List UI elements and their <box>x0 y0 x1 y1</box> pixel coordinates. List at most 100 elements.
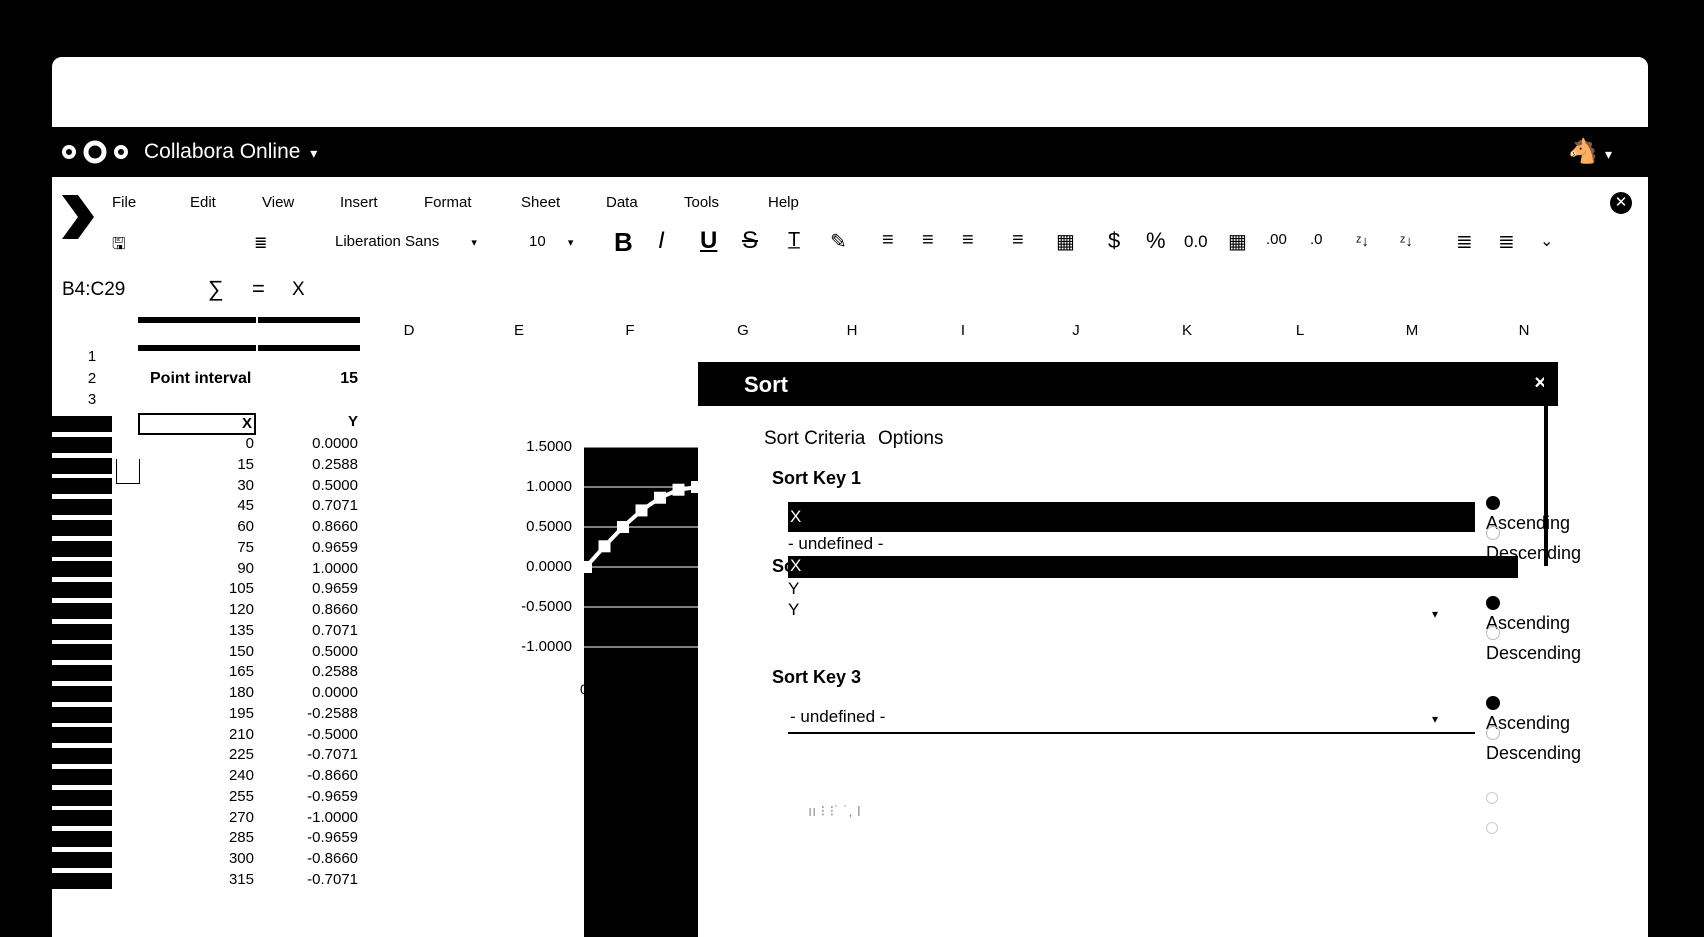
column-header[interactable]: J <box>1056 322 1096 339</box>
sort-key-3-descending[interactable]: Descending <box>1486 722 1581 764</box>
row-header[interactable]: 1 <box>72 348 112 365</box>
insert-rows-icon[interactable]: ≣ <box>1456 229 1473 254</box>
cell-x[interactable]: 180 <box>138 684 254 701</box>
save-icon[interactable]: 🖫 <box>112 233 126 260</box>
cell-x[interactable]: 255 <box>138 788 254 805</box>
cell-x[interactable]: 15 <box>138 456 254 473</box>
column-header[interactable]: I <box>943 322 983 339</box>
row-header-selected[interactable] <box>52 831 112 847</box>
cell-y[interactable]: 0.7071 <box>258 622 358 639</box>
cell-x[interactable]: 120 <box>138 601 254 618</box>
cell-x[interactable]: 105 <box>138 580 254 597</box>
menu-view[interactable]: View <box>262 194 294 211</box>
cell-y[interactable]: 0.9659 <box>258 580 358 597</box>
cell-x[interactable]: 90 <box>138 560 254 577</box>
bold-button[interactable]: B <box>614 227 633 258</box>
column-header-b[interactable] <box>138 317 256 351</box>
cell-x[interactable]: 225 <box>138 746 254 763</box>
header-x-cell[interactable]: X <box>138 413 256 435</box>
autofill-handle[interactable] <box>116 459 140 484</box>
menu-file[interactable]: File <box>112 194 136 211</box>
app-switcher[interactable]: Collabora Online ▾ <box>144 140 317 164</box>
row-header-selected[interactable] <box>52 416 112 432</box>
equals-icon[interactable]: = <box>252 276 265 302</box>
nextcloud-logo-icon[interactable] <box>60 139 130 165</box>
row-header-selected[interactable] <box>52 810 112 827</box>
row-header-selected[interactable] <box>52 582 112 598</box>
column-header[interactable]: D <box>389 322 429 339</box>
column-header[interactable]: F <box>610 322 650 339</box>
currency-icon[interactable]: $ <box>1108 228 1120 254</box>
cell-x[interactable]: 30 <box>138 477 254 494</box>
cell-y[interactable]: -0.5000 <box>258 726 358 743</box>
cell-x[interactable]: 300 <box>138 850 254 867</box>
column-header-c[interactable] <box>258 317 360 351</box>
menu-tools[interactable]: Tools <box>684 194 719 211</box>
italic-button[interactable]: I <box>658 227 665 255</box>
column-header[interactable]: L <box>1280 322 1320 339</box>
sort-key-1-select[interactable]: X <box>788 502 1475 532</box>
row-header-selected[interactable] <box>52 540 112 557</box>
menu-edit[interactable]: Edit <box>190 194 216 211</box>
cell-y[interactable]: 0.2588 <box>258 456 358 473</box>
cell-x[interactable]: 165 <box>138 663 254 680</box>
row-header-selected[interactable] <box>52 602 112 619</box>
tab-sort-criteria[interactable]: Sort Criteria <box>764 428 865 450</box>
cell-y[interactable]: 0.2588 <box>258 663 358 680</box>
row-header-selected[interactable] <box>52 644 112 661</box>
cell-y[interactable]: -0.7071 <box>258 871 358 888</box>
column-header[interactable]: N <box>1504 322 1544 339</box>
strikethrough-button[interactable]: S <box>742 227 758 255</box>
row-header[interactable]: 3 <box>72 391 112 408</box>
formula-input[interactable]: X <box>292 279 305 301</box>
cell-y[interactable]: 0.5000 <box>258 643 358 660</box>
cell-y[interactable]: 0.8660 <box>258 601 358 618</box>
cell-x[interactable]: 60 <box>138 518 254 535</box>
font-size-select[interactable]: 10 ▾ <box>529 233 573 250</box>
add-decimal-icon[interactable]: .00 <box>1266 231 1287 248</box>
sum-icon[interactable]: ∑ <box>208 276 224 302</box>
cell-y[interactable]: -0.8660 <box>258 850 358 867</box>
sort-key-2-value[interactable]: Y <box>788 600 799 620</box>
sort-ascending-icon[interactable]: ᶻ↓ <box>1356 233 1369 250</box>
chevron-down-icon[interactable]: ▾ <box>1432 512 1438 526</box>
align-right-icon[interactable]: ≡ <box>962 229 974 252</box>
cell-x[interactable]: 45 <box>138 497 254 514</box>
row-header-selected[interactable] <box>52 561 112 578</box>
number-format-icon[interactable]: 0.0 <box>1184 232 1208 252</box>
cell-x[interactable]: 315 <box>138 871 254 888</box>
underline-button[interactable]: U <box>700 227 717 255</box>
row-header-selected[interactable] <box>52 727 112 744</box>
row-header-selected[interactable] <box>52 851 112 868</box>
sort-key-2-descending[interactable]: Descending <box>1486 622 1581 664</box>
cell-x[interactable]: 75 <box>138 539 254 556</box>
row-header-selected[interactable] <box>52 436 112 453</box>
chevron-down-icon[interactable]: ▾ <box>1432 607 1438 621</box>
sort-key-3-select[interactable]: - undefined - <box>788 702 1475 734</box>
cell-y[interactable]: 1.0000 <box>258 560 358 577</box>
column-header[interactable]: K <box>1167 322 1207 339</box>
menu-data[interactable]: Data <box>606 194 638 211</box>
tab-options[interactable]: Options <box>878 428 943 450</box>
cell-y[interactable]: -0.9659 <box>258 788 358 805</box>
row-header-selected[interactable] <box>52 706 112 723</box>
cell-y[interactable]: 0.0000 <box>258 684 358 701</box>
column-header[interactable]: E <box>499 322 539 339</box>
cell-y[interactable]: 0.7071 <box>258 497 358 514</box>
menu-format[interactable]: Format <box>424 194 472 211</box>
column-header[interactable]: M <box>1392 322 1432 339</box>
align-left-icon[interactable]: ≡ <box>882 229 894 252</box>
row-header-selected[interactable] <box>52 519 112 536</box>
percent-icon[interactable]: % <box>1146 228 1166 254</box>
header-y-cell[interactable]: Y <box>302 413 358 430</box>
close-document-icon[interactable]: ✕ <box>1610 192 1632 214</box>
cell-y[interactable]: -0.2588 <box>258 705 358 722</box>
cell-x[interactable]: 270 <box>138 809 254 826</box>
dropdown-option-y[interactable]: Y <box>788 579 799 599</box>
row-header-selected[interactable] <box>52 499 112 515</box>
menu-insert[interactable]: Insert <box>340 194 378 211</box>
point-interval-value[interactable]: 15 <box>302 370 358 388</box>
row-header-selected[interactable] <box>52 478 112 495</box>
merge-cells-icon[interactable]: ▦ <box>1056 229 1075 254</box>
menu-help[interactable]: Help <box>768 194 799 211</box>
